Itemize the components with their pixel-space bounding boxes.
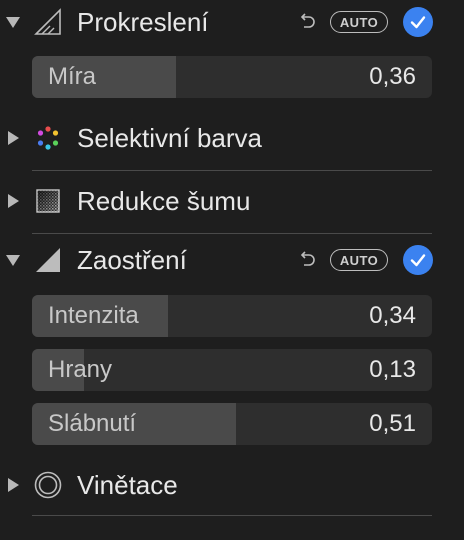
triangle-filled-icon <box>32 244 64 276</box>
divider <box>32 170 432 171</box>
slider-hrany[interactable]: Hrany 0,13 <box>32 349 432 391</box>
section-header-sharpen[interactable]: Zaostření AUTO <box>0 236 464 284</box>
chevron-down-icon[interactable] <box>4 251 22 269</box>
triangle-outline-icon <box>32 6 64 38</box>
revert-icon[interactable] <box>296 11 318 33</box>
slider-value: 0,51 <box>369 410 416 437</box>
adjustments-panel: Prokreslení AUTO Míra 0,36 Selektivní ba… <box>0 0 464 540</box>
divider <box>32 515 432 516</box>
noise-square-icon <box>32 185 64 217</box>
section-header-definition[interactable]: Prokreslení AUTO <box>0 0 464 46</box>
auto-button[interactable]: AUTO <box>330 249 388 271</box>
chevron-right-icon[interactable] <box>4 192 22 210</box>
revert-icon[interactable] <box>296 249 318 271</box>
slider-value: 0,34 <box>369 302 416 329</box>
section-title-selective-color: Selektivní barva <box>77 122 262 153</box>
section-title-noise-reduction: Redukce šumu <box>77 185 251 216</box>
section-header-noise-reduction[interactable]: Redukce šumu <box>0 177 464 225</box>
checkmark-icon[interactable] <box>403 7 433 37</box>
divider <box>32 233 432 234</box>
section-title-sharpen: Zaostření <box>77 244 187 275</box>
section-title-definition: Prokreslení <box>77 6 209 37</box>
auto-button[interactable]: AUTO <box>330 11 388 33</box>
slider-mira[interactable]: Míra 0,36 <box>32 56 432 98</box>
slider-value: 0,36 <box>369 63 416 90</box>
vignette-circle-icon <box>32 469 64 501</box>
color-dots-icon <box>32 122 64 154</box>
slider-label: Intenzita <box>48 302 139 329</box>
slider-label: Slábnutí <box>48 410 137 437</box>
slider-intenzita[interactable]: Intenzita 0,34 <box>32 295 432 337</box>
chevron-right-icon[interactable] <box>4 129 22 147</box>
slider-label: Míra <box>48 63 96 90</box>
slider-value: 0,13 <box>369 356 416 383</box>
section-header-selective-color[interactable]: Selektivní barva <box>0 114 464 162</box>
slider-label: Hrany <box>48 356 113 383</box>
chevron-right-icon[interactable] <box>4 476 22 494</box>
chevron-down-icon[interactable] <box>4 13 22 31</box>
checkmark-icon[interactable] <box>403 245 433 275</box>
section-title-vignette: Vinětace <box>77 469 178 500</box>
slider-slabnuti[interactable]: Slábnutí 0,51 <box>32 403 432 445</box>
section-header-vignette[interactable]: Vinětace <box>0 461 464 509</box>
